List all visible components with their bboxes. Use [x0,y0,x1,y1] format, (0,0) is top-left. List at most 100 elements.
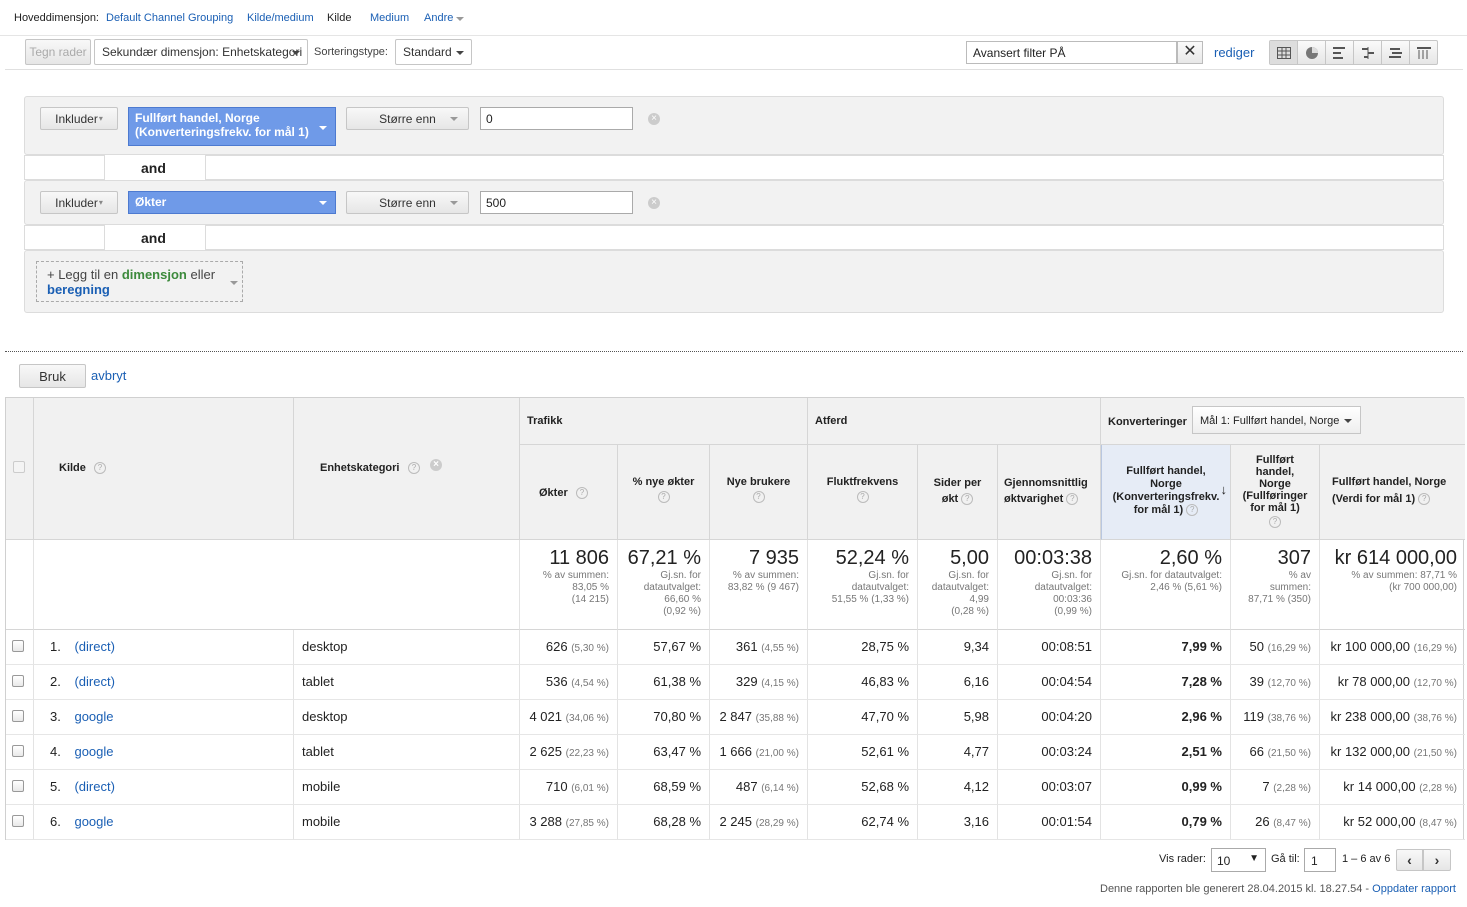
help-icon[interactable]: ? [1186,504,1199,517]
row-checkbox[interactable] [12,640,24,652]
add-dimension-or-metric[interactable]: + Legg til en dimensjon eller beregning [36,261,243,302]
cancel-link[interactable]: avbryt [91,368,126,383]
sessions-value: 2 625 [529,744,563,759]
new-users-header[interactable]: Nye brukere ? [710,445,808,540]
apply-button[interactable]: Bruk [19,364,86,388]
operator-select-2[interactable]: Større enn [346,191,469,214]
total-sub: Gj.sn. for [948,570,989,581]
completions-value: 39 [1249,674,1265,689]
bounce-rate-header[interactable]: Fluktfrekvens ? [808,445,918,540]
generated-timestamp: Denne rapporten ble generert 28.04.2015 … [1100,883,1370,895]
row-checkbox[interactable] [12,710,24,722]
traffic-group-label: Trafikk [527,415,563,427]
performance-view-icon[interactable] [1326,41,1354,64]
source-link[interactable]: (direct) [74,639,114,654]
total-sub: 83,82 % (9 467) [727,582,799,593]
remove-condition-icon[interactable]: × [648,197,660,209]
bounce-rate-cell: 46,83 % [808,665,918,700]
duration-header-line2: øktvarighet [1004,493,1064,505]
sort-type-select[interactable]: Standard [395,39,472,65]
metric-select-2[interactable]: Økter [128,191,336,214]
conv-header-line4: for mål 1) [1133,504,1184,516]
sessions-value: 3 288 [529,814,563,829]
source-link[interactable]: (direct) [74,779,114,794]
table-view-icon[interactable] [1270,41,1298,64]
include-select-2[interactable]: Inkluder ▾ [40,191,118,214]
remove-secondary-dimension-icon[interactable]: × [430,459,442,471]
operator-select-1[interactable]: Større enn [346,107,469,130]
row-index: 3. [50,709,61,724]
pivot-view-icon[interactable] [1410,41,1437,64]
edit-filter-link[interactable]: rediger [1214,45,1254,60]
plot-rows-button[interactable]: Tegn rader [25,39,91,65]
device-header[interactable]: Enhetskategori ? × [294,398,520,540]
total-sub: Gj.sn. for [1051,570,1092,581]
include-select-label: Inkluder [55,195,98,210]
help-icon[interactable]: ? [752,491,765,503]
dim-option-default-channel[interactable]: Default Channel Grouping [106,12,233,24]
value-input-1[interactable]: 0 [480,107,633,130]
include-select-1[interactable]: Inkluder ▾ [40,107,118,130]
operator-label: Større enn [379,111,436,126]
compl-header-line1: Fullført [1256,454,1294,466]
goal-value: kr 78 000,00 [1337,674,1411,689]
help-icon[interactable]: ? [94,462,106,474]
help-icon[interactable]: ? [856,491,869,503]
pages-per-session-header[interactable]: Sider per økt ? [918,445,998,540]
secondary-dimension-select[interactable]: Sekundær dimensjon: Enhetskategori [94,39,308,65]
sort-descending-icon[interactable]: ↓ [1221,483,1228,496]
help-icon[interactable]: ? [1418,493,1431,506]
metric-select-1[interactable]: Fullført handel, Norge (Konverteringsfre… [128,107,336,146]
behavior-group-label: Atferd [815,415,848,427]
clear-filter-icon[interactable]: ✕ [1177,41,1203,64]
row-checkbox[interactable] [12,745,24,757]
pages-cell: 3,16 [918,805,998,840]
dim-option-source-active[interactable]: Kilde [327,12,351,24]
row-checkbox[interactable] [12,780,24,792]
source-link[interactable]: google [74,744,113,759]
goal-value-header[interactable]: Fullført handel, Norge (Verdi for mål 1)… [1320,445,1465,540]
select-all-checkbox[interactable] [13,461,25,473]
total-value: 307 [1277,547,1311,569]
help-icon[interactable]: ? [1066,493,1079,506]
help-icon[interactable]: ? [961,493,974,506]
completions-header[interactable]: Fullført handel, Norge (Fullføringer for… [1231,445,1320,540]
next-page-icon[interactable]: › [1423,849,1451,871]
help-icon[interactable]: ? [657,491,670,503]
new-sessions-cell: 70,80 % [618,700,710,735]
sessions-header[interactable]: Økter ? [520,445,618,540]
remove-condition-icon[interactable]: × [648,113,660,125]
report-toolbar: Tegn rader Sekundær dimensjon: Enhetskat… [5,36,1463,70]
new-users-pct: (28,29 %) [755,818,799,829]
help-icon[interactable]: ? [408,462,420,474]
dim-option-medium[interactable]: Medium [370,12,409,24]
goto-page-input[interactable]: 1 [1304,848,1336,872]
source-link[interactable]: google [74,814,113,829]
help-icon[interactable]: ? [576,487,588,499]
avg-duration-header[interactable]: Gjennomsnittlig øktvarighet ? [998,445,1101,540]
row-checkbox[interactable] [12,675,24,687]
previous-page-icon[interactable]: ‹ [1396,849,1423,871]
goal-value-cell: kr 100 000,00 (16,29 %) [1320,630,1465,665]
term-cloud-view-icon[interactable] [1382,41,1410,64]
help-icon[interactable]: ? [1269,516,1281,528]
new-sessions-header[interactable]: % nye økter ? [618,445,710,540]
refresh-report-link[interactable]: Oppdater rapport [1372,883,1456,895]
source-link[interactable]: (direct) [74,674,114,689]
add-dimension-link[interactable]: dimensjon [122,267,187,282]
value-input-2[interactable]: 500 [480,191,633,214]
row-checkbox[interactable] [12,815,24,827]
pie-view-icon[interactable] [1298,41,1326,64]
add-metric-link[interactable]: beregning [47,282,110,297]
rows-per-page-select[interactable]: 10 ▼ [1211,848,1266,872]
goal-select[interactable]: Mål 1: Fullført handel, Norge [1192,406,1361,434]
total-sub: 51,55 % (1,33 %) [831,594,909,605]
conversion-rate-header[interactable]: Fullført handel, Norge (Konverteringsfre… [1101,445,1231,540]
dim-option-other[interactable]: Andre [424,12,453,24]
source-header[interactable]: Kilde ? [34,398,294,540]
advanced-filter-field[interactable]: Avansert filter PÅ [966,41,1177,64]
source-link[interactable]: google [74,709,113,724]
dim-option-source-medium[interactable]: Kilde/medium [247,12,314,24]
new-users-cell: 2 245 (28,29 %) [710,805,808,840]
comparison-view-icon[interactable] [1354,41,1382,64]
